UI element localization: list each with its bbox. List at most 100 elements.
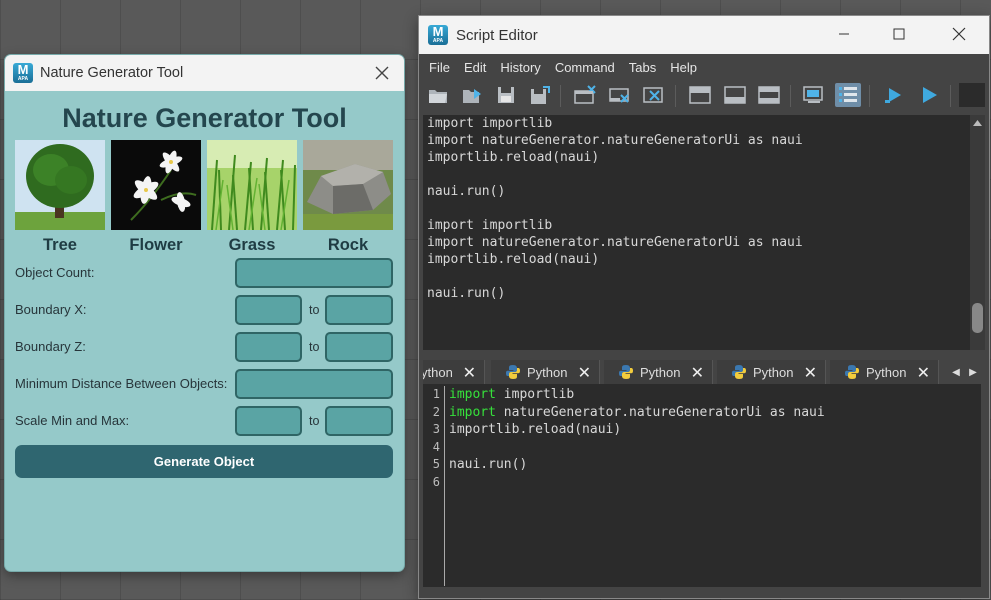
tab-label: Python — [640, 364, 681, 380]
show-input-icon[interactable] — [722, 83, 748, 107]
menu-edit[interactable]: Edit — [464, 60, 486, 75]
boundary-z-label: Boundary Z: — [15, 339, 86, 354]
menu-tabs[interactable]: Tabs — [629, 60, 656, 75]
close-icon[interactable] — [946, 23, 972, 45]
history-line: naui.run() — [427, 184, 506, 199]
tool-heading: Nature Generator Tool — [62, 103, 347, 133]
tree-image[interactable] — [15, 140, 105, 230]
tab-scroll-left-icon[interactable]: ◀ — [949, 360, 963, 384]
history-line: importlib.reload(naui) — [427, 150, 600, 165]
source-script-icon[interactable] — [459, 83, 485, 107]
script-tab[interactable]: Python ✕ — [604, 360, 713, 384]
grass-image[interactable] — [207, 140, 297, 230]
script-tab[interactable]: Python ✕ — [830, 360, 939, 384]
tab-close-icon[interactable]: ✕ — [578, 363, 591, 383]
asset-tree[interactable]: Tree — [15, 140, 105, 255]
history-line: import natureGenerator.natureGeneratorUi… — [427, 133, 803, 148]
line-number: 5 — [432, 457, 440, 471]
asset-grass[interactable]: Grass — [207, 140, 297, 255]
asset-flower[interactable]: Flower — [111, 140, 201, 255]
pane-splitter-handle[interactable] — [423, 350, 985, 362]
history-line: naui.run() — [427, 286, 506, 301]
asset-label: Flower — [129, 236, 183, 254]
script-tab[interactable]: Python ✕ — [717, 360, 826, 384]
nature-generator-window: M APA Nature Generator Tool Nature Gener… — [5, 55, 404, 571]
code-line: importlib.reload(naui) — [449, 422, 622, 437]
script-tab[interactable]: ython ✕ — [423, 360, 485, 384]
boundary-x-max-input[interactable] — [325, 295, 393, 325]
boundary-z-min-input[interactable] — [235, 332, 302, 362]
menu-file[interactable]: File — [429, 60, 450, 75]
generate-object-button[interactable]: Generate Object — [15, 445, 393, 478]
code-line: naui.run() — [449, 457, 528, 472]
tab-label: Python — [753, 364, 794, 380]
tab-label: Python — [866, 364, 907, 380]
tab-label: ython — [423, 364, 453, 380]
asset-image-row: Tree Flower Grass Rock — [5, 140, 404, 255]
tab-close-icon[interactable]: ✕ — [804, 363, 817, 383]
echo-commands-icon[interactable] — [801, 83, 827, 107]
boundary-x-min-input[interactable] — [235, 295, 302, 325]
tab-label: Python — [527, 364, 568, 380]
line-numbers-icon[interactable] — [835, 83, 861, 107]
scale-label: Scale Min and Max: — [15, 413, 130, 428]
flower-image[interactable] — [111, 140, 201, 230]
min-distance-label: Minimum Distance Between Objects: — [15, 376, 228, 391]
save-script-icon[interactable] — [493, 83, 519, 107]
nature-generator-titlebar[interactable]: M APA Nature Generator Tool — [5, 55, 404, 91]
python-icon — [506, 365, 520, 379]
menu-command[interactable]: Command — [555, 60, 615, 75]
boundary-z-max-input[interactable] — [325, 332, 393, 362]
execute-all-icon[interactable] — [916, 83, 942, 107]
scale-max-input[interactable] — [325, 406, 393, 436]
line-number-gutter: 1 2 3 4 5 6 — [423, 386, 445, 586]
tab-close-icon[interactable]: ✕ — [917, 363, 930, 383]
min-distance-row: Minimum Distance Between Objects: — [15, 369, 393, 399]
history-output-pane[interactable]: import importlib import natureGenerator.… — [423, 115, 970, 350]
history-scroll-thumb[interactable] — [972, 303, 983, 333]
open-script-icon[interactable] — [425, 83, 451, 107]
save-to-shelf-icon[interactable] — [527, 83, 553, 107]
scroll-up-icon[interactable] — [970, 117, 985, 129]
min-distance-input[interactable] — [235, 369, 393, 399]
tab-scroll-right-icon[interactable]: ▶ — [966, 360, 980, 384]
history-scrollbar[interactable] — [970, 115, 985, 350]
python-icon — [845, 365, 859, 379]
asset-label: Tree — [43, 236, 77, 254]
tab-close-icon[interactable]: ✕ — [463, 363, 476, 383]
boundary-x-label: Boundary X: — [15, 302, 87, 317]
code-text[interactable]: import importlib import natureGenerator.… — [449, 386, 825, 491]
toolbar-overflow-icon[interactable] — [959, 83, 985, 107]
script-editor-titlebar[interactable]: M APA Script Editor — [419, 16, 989, 54]
minimize-icon[interactable] — [831, 23, 857, 45]
clear-input-icon[interactable] — [607, 83, 633, 107]
asset-rock[interactable]: Rock — [303, 140, 393, 255]
clear-all-icon[interactable] — [641, 83, 667, 107]
code-input-pane[interactable]: 1 2 3 4 5 6 import importlib import natu… — [423, 384, 981, 587]
object-count-input[interactable] — [235, 258, 393, 288]
object-count-row: Object Count: — [15, 258, 393, 288]
boundary-x-row: Boundary X: to — [15, 295, 393, 325]
menu-help[interactable]: Help — [670, 60, 697, 75]
code-line: import natureGenerator.natureGeneratorUi… — [449, 404, 825, 420]
show-history-icon[interactable] — [687, 83, 713, 107]
script-tab-bar: ython ✕ Python ✕ Python ✕ Python ✕ Pytho… — [423, 360, 985, 384]
rock-image[interactable] — [303, 140, 393, 230]
maximize-icon[interactable] — [886, 23, 912, 45]
history-line — [427, 268, 970, 285]
line-number: 3 — [432, 422, 440, 436]
tab-close-icon[interactable]: ✕ — [691, 363, 704, 383]
history-line: import natureGenerator.natureGeneratorUi… — [427, 235, 803, 250]
to-label: to — [309, 340, 320, 354]
execute-selected-icon[interactable] — [881, 83, 907, 107]
script-tab[interactable]: Python ✕ — [491, 360, 600, 384]
close-icon[interactable] — [372, 63, 392, 83]
clear-history-icon[interactable] — [572, 83, 598, 107]
python-icon — [619, 365, 633, 379]
show-both-icon[interactable] — [756, 83, 782, 107]
scale-min-input[interactable] — [235, 406, 302, 436]
menu-history[interactable]: History — [500, 60, 540, 75]
to-label: to — [309, 303, 320, 317]
